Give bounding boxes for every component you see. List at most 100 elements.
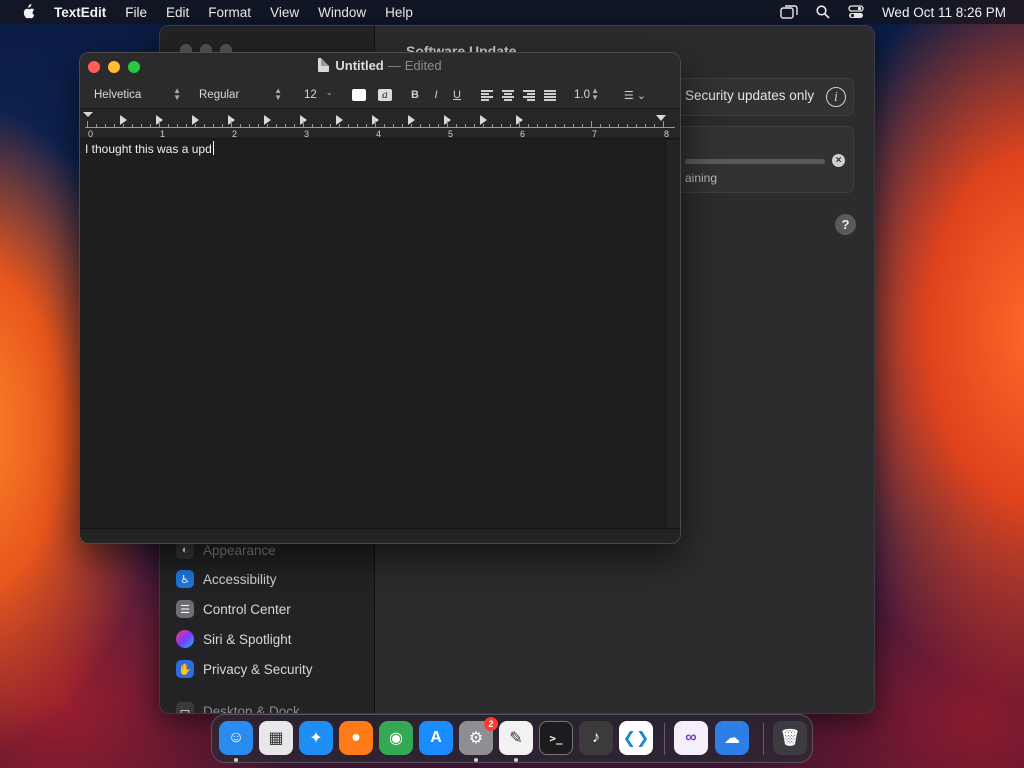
finder-dock-icon[interactable]: ☺ bbox=[219, 721, 253, 755]
firefox-dock-icon[interactable]: ● bbox=[339, 721, 373, 755]
italic-button[interactable]: I bbox=[430, 86, 442, 104]
underline-button[interactable]: U bbox=[451, 86, 463, 104]
ruler-tick bbox=[123, 124, 124, 127]
font-style-value: Regular bbox=[199, 88, 240, 101]
sidebar-item-privacy-security[interactable]: ✋ Privacy & Security bbox=[176, 658, 313, 680]
format-toolbar: Helvetica ▲ ▼ Regular ▲ ▼ 12 ⌄ a B I U 1.0… bbox=[80, 81, 680, 109]
ruler-tick bbox=[609, 124, 610, 127]
spotlight-search-icon[interactable] bbox=[816, 5, 830, 19]
align-justify-icon[interactable] bbox=[544, 90, 556, 101]
right-margin-marker-icon[interactable] bbox=[656, 115, 666, 121]
menu-edit[interactable]: Edit bbox=[166, 5, 189, 20]
ruler-number: 4 bbox=[376, 129, 382, 139]
control-center-icon[interactable] bbox=[848, 5, 864, 19]
font-style-select[interactable]: Regular ▲ ▼ bbox=[191, 85, 287, 104]
cancel-update-icon[interactable]: × bbox=[832, 154, 845, 167]
font-size-select[interactable]: 12 ⌄ bbox=[296, 85, 338, 104]
ruler-baseline bbox=[85, 127, 675, 128]
app-store-dock-icon[interactable]: A bbox=[419, 721, 453, 755]
security-updates-label: Security updates only bbox=[685, 88, 815, 103]
ruler-number: 0 bbox=[88, 129, 94, 139]
textedit-dock-icon[interactable]: ✎ bbox=[499, 721, 533, 755]
sidebar-item-label: Desktop & Dock bbox=[203, 703, 300, 714]
stepper-icon: ▲ ▼ bbox=[274, 86, 282, 102]
menu-file[interactable]: File bbox=[125, 5, 147, 20]
ruler-tick bbox=[258, 124, 259, 127]
font-size-value: 12 bbox=[304, 88, 317, 101]
ruler-tick bbox=[492, 124, 493, 127]
notification-badge: 2 bbox=[484, 717, 498, 731]
garageband-dock-icon[interactable]: ♪ bbox=[579, 721, 613, 755]
horizontal-scrollbar[interactable] bbox=[80, 528, 680, 543]
ruler-tick bbox=[294, 124, 295, 127]
vertical-scrollbar[interactable] bbox=[665, 140, 680, 528]
menu-app-name[interactable]: TextEdit bbox=[54, 5, 106, 20]
menu-format[interactable]: Format bbox=[208, 5, 251, 20]
sidebar-item-siri-spotlight[interactable]: Siri & Spotlight bbox=[176, 628, 292, 650]
ruler-tick bbox=[366, 124, 367, 127]
ruler-tick bbox=[447, 121, 448, 127]
document-text[interactable]: I thought this was a upd bbox=[85, 141, 214, 156]
align-center-icon[interactable] bbox=[502, 90, 514, 101]
sidebar-item-control-center[interactable]: ☰ Control Center bbox=[176, 598, 291, 620]
control-center-sidebar-icon: ☰ bbox=[176, 600, 194, 618]
apple-menu-icon[interactable] bbox=[18, 4, 38, 20]
system-settings-dock-icon[interactable]: ⚙ 2 bbox=[459, 717, 498, 755]
sidebar-item-accessibility[interactable]: ♿ Accessibility bbox=[176, 568, 277, 590]
dock-app-glyph: ◉ bbox=[389, 730, 403, 747]
text-editor-area[interactable]: I thought this was a upd bbox=[80, 140, 665, 528]
dock-app-glyph: >_ bbox=[549, 731, 563, 745]
screen-mirroring-icon[interactable] bbox=[780, 5, 798, 19]
left-margin-marker-icon[interactable] bbox=[83, 112, 93, 117]
menu-help[interactable]: Help bbox=[385, 5, 413, 20]
ruler-tick bbox=[231, 121, 232, 127]
ruler-tick bbox=[519, 121, 520, 127]
ruler-tick bbox=[537, 124, 538, 127]
align-left-icon[interactable] bbox=[481, 90, 493, 101]
font-family-select[interactable]: Helvetica ▲ ▼ bbox=[86, 85, 186, 104]
menu-window[interactable]: Window bbox=[318, 5, 366, 20]
ruler-tick bbox=[285, 124, 286, 127]
weather-dock-icon[interactable]: ☁ bbox=[715, 721, 749, 755]
ruler-tick bbox=[510, 124, 511, 127]
ruler-tick bbox=[150, 124, 151, 127]
accessibility-icon: ♿ bbox=[176, 570, 194, 588]
ruler[interactable]: 0 1 2 3 4 5 6 7 8 bbox=[80, 109, 680, 139]
info-icon[interactable]: i bbox=[826, 87, 846, 107]
launchpad-dock-icon[interactable]: ▦ bbox=[259, 721, 293, 755]
terminal-dock-icon[interactable]: >_ bbox=[539, 721, 573, 755]
list-bullets-icon[interactable]: ☰ ⌄ bbox=[620, 86, 650, 104]
highlight-color-icon[interactable]: a bbox=[378, 89, 392, 101]
ruler-tick bbox=[411, 124, 412, 127]
dock-separator bbox=[763, 723, 764, 755]
dock-app-glyph: ☁ bbox=[724, 730, 740, 747]
dock-app-glyph: ✦ bbox=[309, 730, 323, 747]
bold-button[interactable]: B bbox=[409, 86, 421, 104]
ruler-tick bbox=[645, 124, 646, 127]
ruler-tick bbox=[105, 124, 106, 127]
safari-dock-icon[interactable]: ✦ bbox=[299, 721, 333, 755]
ruler-tick bbox=[195, 124, 196, 127]
menu-view[interactable]: View bbox=[270, 5, 299, 20]
line-spacing-select[interactable]: 1.0 ▲ ▼ bbox=[566, 85, 604, 104]
textedit-titlebar[interactable]: Untitled — Edited bbox=[80, 53, 680, 81]
visual-studio-dock-icon[interactable]: ∞ bbox=[674, 721, 708, 755]
font-family-value: Helvetica bbox=[94, 88, 142, 101]
menu-bar-clock[interactable]: Wed Oct 11 8:26 PM bbox=[882, 5, 1006, 20]
ruler-tick bbox=[339, 124, 340, 127]
text-color-well[interactable] bbox=[352, 89, 366, 101]
vs-code-dock-icon[interactable]: ❮❯ bbox=[619, 721, 653, 755]
ruler-tick bbox=[582, 124, 583, 127]
ruler-number: 2 bbox=[232, 129, 238, 139]
ruler-tick bbox=[618, 124, 619, 127]
help-button[interactable]: ? bbox=[835, 214, 856, 235]
sidebar-item-desktop-dock[interactable]: ▭ Desktop & Dock bbox=[176, 700, 300, 714]
trash-dock-icon[interactable]: 🗑 bbox=[773, 721, 807, 755]
ruler-tick bbox=[384, 124, 385, 127]
chrome-dock-icon[interactable]: ◉ bbox=[379, 721, 413, 755]
ruler-number: 6 bbox=[520, 129, 526, 139]
dock-app-glyph: ♪ bbox=[592, 729, 600, 746]
align-right-icon[interactable] bbox=[523, 90, 535, 101]
ruler-tick bbox=[456, 124, 457, 127]
ruler-tick bbox=[321, 124, 322, 127]
